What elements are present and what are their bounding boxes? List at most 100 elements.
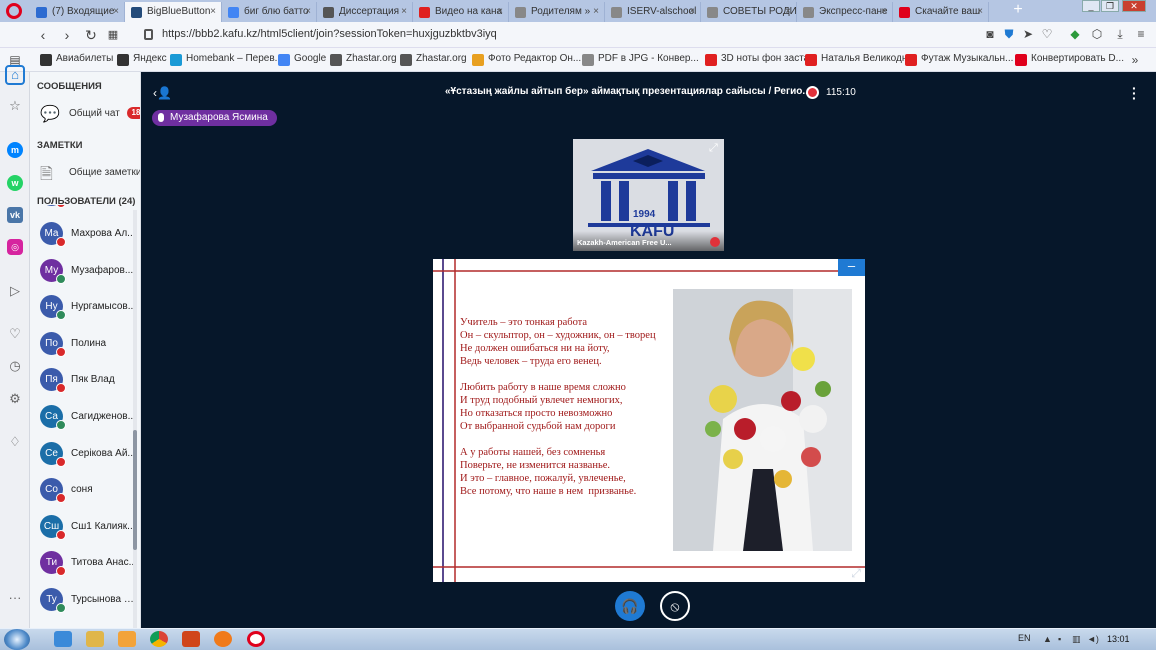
input-language[interactable]: EN (1018, 633, 1031, 643)
lock-icon[interactable] (144, 29, 153, 40)
tabs-grid-icon[interactable]: ▦ (104, 26, 122, 44)
taskbar-clock[interactable]: 13:01 (1107, 634, 1130, 644)
window-restore-button[interactable]: ❐ (1101, 0, 1119, 12)
bookmark-item[interactable]: Футаж Музыкальн... (905, 53, 1013, 66)
tab-close-icon[interactable]: × (785, 2, 791, 22)
messenger-icon[interactable]: m (7, 142, 23, 158)
more-bookmarks-icon[interactable]: » (1128, 53, 1142, 67)
user-item[interactable]: По Полина (37, 328, 140, 364)
extension-icon[interactable]: ◆ (1068, 27, 1082, 41)
browser-tab[interactable]: Родителям » × (509, 2, 605, 22)
browser-tab[interactable]: Скачайте ваш × (893, 2, 989, 22)
user-item[interactable]: Ма Махрова Ал... (37, 218, 140, 254)
share-webcam-button[interactable]: ⦸ (660, 591, 690, 621)
bookmark-item[interactable]: Яндекс (117, 53, 167, 66)
opera-menu-icon[interactable] (6, 3, 22, 19)
tab-close-icon[interactable]: × (977, 2, 983, 22)
lightbulb-icon[interactable]: ♢ (7, 434, 23, 450)
vpn-shield-icon[interactable]: ⛊ (1002, 27, 1016, 41)
bookmark-item[interactable]: Конвертировать D... (1015, 53, 1124, 66)
bookmark-item[interactable]: Homebank – Перев... (170, 53, 283, 66)
tray-expand-icon[interactable]: ▲ (1043, 634, 1053, 644)
bookmark-item[interactable]: Zhastar.org (400, 53, 467, 66)
tab-close-icon[interactable]: × (401, 2, 407, 22)
browser-tab[interactable]: Диссертация × (317, 2, 413, 22)
user-item[interactable] (37, 205, 140, 215)
user-item[interactable]: Сш Сш1 Калияк... (37, 511, 140, 547)
more-dots-icon[interactable]: ··· (7, 590, 23, 606)
shared-notes-item[interactable]: 🗎 Общие заметки (38, 162, 140, 184)
menu-icon[interactable]: ≡ (1134, 27, 1148, 41)
bookmark-item[interactable]: Zhastar.org (330, 53, 397, 66)
browser-tab[interactable]: СОВЕТЫ РОДИ × (701, 2, 797, 22)
explorer-folder-icon[interactable] (86, 631, 104, 647)
window-min-button[interactable]: _ (1082, 0, 1100, 12)
fullscreen-icon[interactable]: ⤢ (849, 566, 863, 580)
home-icon[interactable]: ⌂ (5, 65, 25, 85)
vk-icon[interactable]: vk (7, 207, 23, 223)
tray-app-icon[interactable]: ▪ (1058, 634, 1068, 644)
public-chat-item[interactable]: 💬 Общий чат 18 (38, 103, 140, 125)
download-icon[interactable]: ⤓ (1113, 27, 1127, 41)
forward-arrow-icon[interactable]: › (58, 26, 76, 44)
network-icon[interactable]: ▥ (1072, 634, 1082, 644)
bookmark-item[interactable]: 3D ноты фон заста... (705, 53, 818, 66)
bookmark-item[interactable]: Наталья Великодн... (805, 53, 916, 66)
options-kebab-icon[interactable]: · · · (1132, 81, 1137, 105)
history-clock-icon[interactable]: ◷ (7, 358, 23, 374)
tab-close-icon[interactable]: × (305, 2, 311, 22)
user-item[interactable]: Ту Турсынова А... (37, 584, 140, 620)
user-item[interactable]: Му Музафаров... (37, 255, 140, 291)
tab-close-icon[interactable]: × (210, 2, 216, 22)
tab-close-icon[interactable]: × (497, 2, 503, 22)
presentation-slide[interactable]: Учитель – это тонкая работа Он – скульпт… (433, 259, 865, 582)
ie-icon[interactable] (54, 631, 72, 647)
recording-indicator-icon[interactable] (806, 86, 819, 99)
user-item[interactable]: Се Серікова Ай... (37, 438, 140, 474)
tab-close-icon[interactable]: × (689, 2, 695, 22)
user-item[interactable]: Ну Нургамысов... (37, 291, 140, 327)
whatsapp-icon[interactable]: w (7, 175, 23, 191)
chrome-icon[interactable] (150, 631, 168, 647)
url-field[interactable]: https://bbb2.kafu.kz/html5client/join?se… (162, 28, 497, 40)
send-arrow-icon[interactable]: ▷ (7, 283, 23, 299)
browser-tab[interactable]: ISERV-alschool × (605, 2, 701, 22)
tab-close-icon[interactable]: × (593, 2, 599, 22)
user-list-scrollbar[interactable] (133, 210, 137, 628)
bookmark-item[interactable]: Google (278, 53, 326, 66)
cube-icon[interactable]: ⬡ (1090, 27, 1104, 41)
back-arrow-icon[interactable]: ‹ (34, 26, 52, 44)
user-item[interactable]: Со соня (37, 474, 140, 510)
user-item[interactable]: Са Сагидженов... (37, 401, 140, 437)
headphones-audio-button[interactable]: 🎧 (615, 591, 645, 621)
heart-icon[interactable]: ♡ (1040, 27, 1054, 41)
media-player-icon[interactable] (118, 631, 136, 647)
browser-tab[interactable]: Видео на кана × (413, 2, 509, 22)
heart-icon[interactable]: ♡ (7, 326, 23, 342)
opera-taskbar-icon[interactable] (247, 631, 265, 647)
bookmark-item[interactable]: Фото Редактор Он... (472, 53, 581, 66)
user-item[interactable]: Пя Пяк Влад (37, 364, 140, 400)
tab-close-icon[interactable]: × (113, 2, 119, 22)
browser-tab[interactable]: Экспресс-пане × (797, 2, 893, 22)
minimize-presentation-button[interactable]: – (838, 259, 865, 276)
settings-gear-icon[interactable]: ⚙ (7, 391, 23, 407)
browser-tab[interactable]: биг блю батто × (222, 2, 317, 22)
reload-icon[interactable]: ↻ (82, 26, 100, 44)
powerpoint-icon[interactable] (182, 631, 200, 647)
send-icon[interactable]: ➤ (1021, 27, 1035, 41)
speed-dial-star-icon[interactable]: ☆ (7, 98, 23, 114)
scrollbar-thumb[interactable] (133, 430, 137, 550)
browser-tab[interactable]: (7) Входящие × (30, 2, 125, 22)
windows-start-button[interactable] (4, 629, 30, 650)
instagram-icon[interactable]: ◎ (7, 239, 23, 255)
bookmark-item[interactable]: Авиабилеты (40, 53, 113, 66)
volume-icon[interactable]: ◄) (1087, 634, 1099, 644)
firefox-icon[interactable] (214, 631, 232, 647)
talking-indicator[interactable]: Музафарова Ясмина (152, 110, 277, 126)
tab-close-icon[interactable]: × (881, 2, 887, 22)
camera-icon[interactable]: ◙ (983, 27, 997, 41)
window-close-button[interactable]: ✕ (1122, 0, 1146, 12)
webcam-video[interactable]: 1994 KAFU Kazakh-American Free U... ⤢ (573, 139, 724, 251)
new-tab-plus-icon[interactable]: + (1010, 2, 1026, 20)
